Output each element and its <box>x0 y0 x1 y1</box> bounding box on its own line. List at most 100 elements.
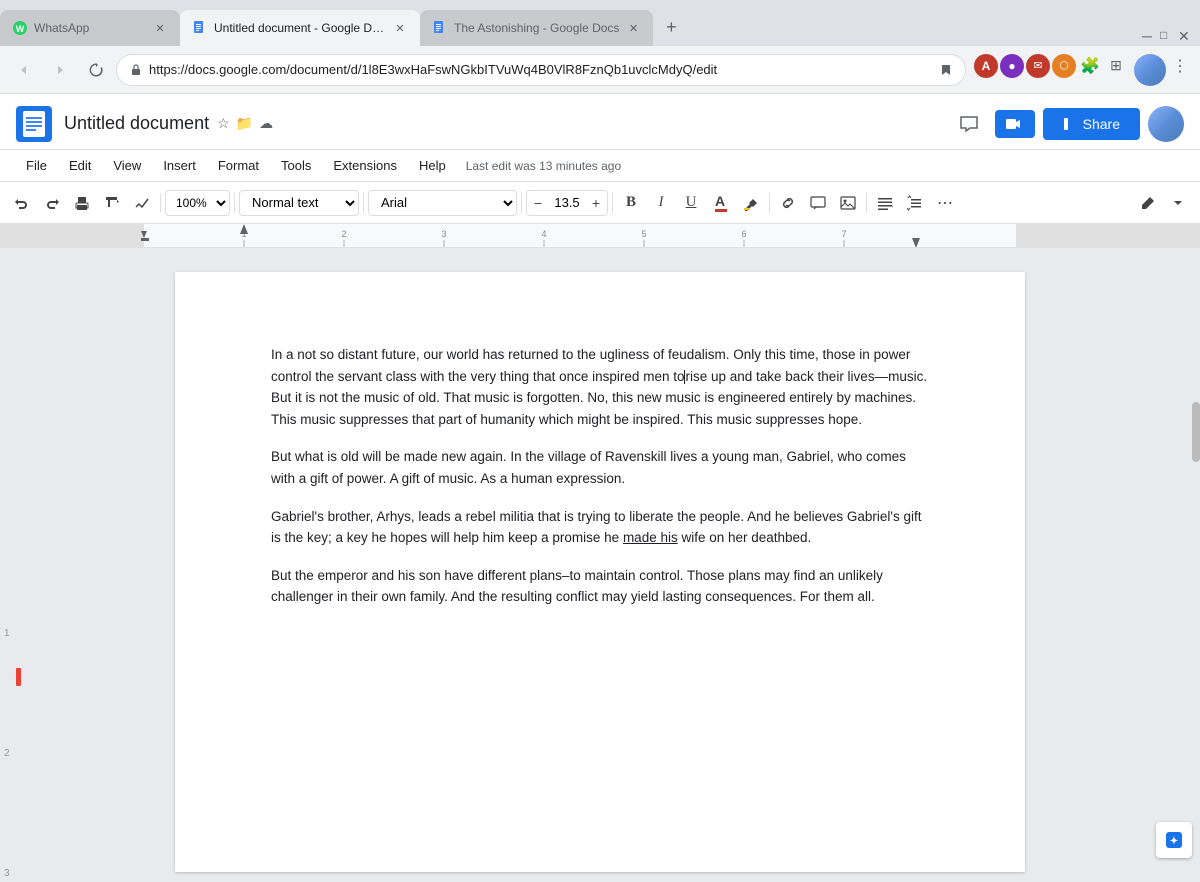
paragraph-3[interactable]: Gabriel's brother, Arhys, leads a rebel … <box>271 506 929 549</box>
ext-icon-2[interactable]: ● <box>1000 54 1024 78</box>
collapse-toolbar-button[interactable] <box>1164 189 1192 217</box>
font-size-input[interactable] <box>549 190 585 216</box>
docs-logo <box>16 106 52 142</box>
docs-profile-avatar[interactable] <box>1148 106 1184 142</box>
paint-format-button[interactable] <box>98 189 126 217</box>
paragraph-3-underlined: made his <box>623 530 678 545</box>
last-edit-text: Last edit was 13 minutes ago <box>466 159 621 173</box>
svg-text:3: 3 <box>441 229 446 239</box>
tab-doc-title: Untitled document - Google Doc... <box>214 21 386 35</box>
paragraph-2[interactable]: But what is old will be made new again. … <box>271 446 929 489</box>
image-button[interactable] <box>834 189 862 217</box>
margin-marker <box>16 668 21 686</box>
star-icon[interactable]: ☆ <box>217 115 230 132</box>
menu-tools[interactable]: Tools <box>271 154 321 177</box>
tab-whatsapp-close[interactable]: ✕ <box>152 20 168 36</box>
menu-format[interactable]: Format <box>208 154 269 177</box>
tab-astonishing[interactable]: The Astonishing - Google Docs ✕ <box>420 10 653 46</box>
docs-favicon <box>192 20 208 36</box>
move-icon[interactable]: 📁 <box>236 115 253 132</box>
tab-whatsapp[interactable]: W WhatsApp ✕ <box>0 10 180 46</box>
line-spacing-button[interactable] <box>901 189 929 217</box>
toolbar-sep-1 <box>160 193 161 213</box>
svg-text:W: W <box>16 24 25 34</box>
tab-bar: W WhatsApp ✕ Untitled document - Google … <box>0 0 1200 46</box>
cloud-icon[interactable]: ☁ <box>259 115 273 132</box>
highlight-button[interactable] <box>737 189 765 217</box>
link-button[interactable] <box>774 189 802 217</box>
menu-bar: File Edit View Insert Format Tools Exten… <box>0 150 1200 182</box>
window-maximize[interactable]: □ <box>1160 28 1174 42</box>
redo-button[interactable] <box>38 189 66 217</box>
address-bar[interactable]: https://docs.google.com/document/d/1l8E3… <box>116 54 966 86</box>
svg-text:✦: ✦ <box>1170 836 1178 847</box>
tab-untitled-doc[interactable]: Untitled document - Google Doc... ✕ <box>180 10 420 46</box>
document-content[interactable]: In a not so distant future, our world ha… <box>271 344 929 608</box>
ext-icon-1[interactable]: A <box>974 54 998 78</box>
docs-title-icons: ☆ 📁 ☁ <box>217 115 273 132</box>
forward-button[interactable] <box>44 54 76 86</box>
style-select[interactable]: Normal text Heading 1 Heading 2 Heading … <box>239 190 359 216</box>
page-area[interactable]: 1 2 3 4 5 In a not so distant future, ou… <box>0 248 1200 882</box>
edit-mode-button[interactable] <box>1134 189 1162 217</box>
doc-title-text[interactable]: Untitled document <box>64 113 209 134</box>
comment-button[interactable] <box>804 189 832 217</box>
font-size-area: − + <box>526 190 608 216</box>
menu-extensions[interactable]: Extensions <box>323 154 407 177</box>
ext-icon-3[interactable]: ✉ <box>1026 54 1050 78</box>
comments-button[interactable] <box>951 106 987 142</box>
svg-text:5: 5 <box>641 229 646 239</box>
ext-grid-icon[interactable]: ⊞ <box>1104 54 1128 78</box>
share-button[interactable]: Share <box>1043 108 1140 140</box>
window-minimize[interactable]: ─ <box>1142 28 1156 42</box>
profile-avatar[interactable] <box>1134 54 1166 86</box>
alignment-button[interactable] <box>871 189 899 217</box>
reload-button[interactable] <box>80 54 112 86</box>
tab-astonishing-close[interactable]: ✕ <box>625 20 641 36</box>
ext-puzzle-icon[interactable]: 🧩 <box>1078 54 1102 78</box>
more-options-button[interactable]: ⋯ <box>931 189 959 217</box>
menu-file[interactable]: File <box>16 154 57 177</box>
spell-check-button[interactable] <box>128 189 156 217</box>
font-size-increase[interactable]: + <box>585 190 607 216</box>
page-num-2: 2 <box>4 748 10 759</box>
ruler: 1 2 3 4 5 6 7 <box>0 224 1200 248</box>
extension-icons: A ● ✉ ⬡ 🧩 ⊞ ⋮ <box>974 54 1192 86</box>
url-text: https://docs.google.com/document/d/1l8E3… <box>149 62 933 77</box>
back-button[interactable] <box>8 54 40 86</box>
zoom-select[interactable]: 100% 75% 125% 150% <box>165 190 230 216</box>
line-numbers: 1 2 3 4 5 <box>0 248 24 882</box>
new-tab-button[interactable]: + <box>657 13 685 41</box>
lock-icon <box>129 63 143 77</box>
browser-frame: W WhatsApp ✕ Untitled document - Google … <box>0 0 1200 882</box>
menu-help[interactable]: Help <box>409 154 456 177</box>
text-color-button[interactable]: A <box>707 189 735 217</box>
svg-text:4: 4 <box>541 229 546 239</box>
bold-button[interactable]: B <box>617 189 645 217</box>
ai-assist-button[interactable]: ✦ <box>1156 822 1192 858</box>
bookmark-icon[interactable] <box>939 63 953 77</box>
paragraph-3-text-before: Gabriel's brother, Arhys, leads a rebel … <box>271 509 922 546</box>
italic-button[interactable]: I <box>647 189 675 217</box>
scrollbar-thumb[interactable] <box>1192 402 1200 462</box>
paragraph-4[interactable]: But the emperor and his son have differe… <box>271 565 929 608</box>
undo-button[interactable] <box>8 189 36 217</box>
window-close[interactable]: ✕ <box>1178 28 1192 42</box>
browser-menu[interactable]: ⋮ <box>1168 54 1192 78</box>
menu-view[interactable]: View <box>103 154 151 177</box>
menu-edit[interactable]: Edit <box>59 154 101 177</box>
meet-button[interactable] <box>995 110 1035 138</box>
paragraph-1[interactable]: In a not so distant future, our world ha… <box>271 344 929 430</box>
font-size-decrease[interactable]: − <box>527 190 549 216</box>
tab-astonishing-title: The Astonishing - Google Docs <box>454 21 619 35</box>
tab-whatsapp-title: WhatsApp <box>34 21 146 35</box>
underline-button[interactable]: U <box>677 189 705 217</box>
tab-doc-close[interactable]: ✕ <box>392 20 408 36</box>
docs-title-area: Untitled document ☆ 📁 ☁ <box>64 113 939 134</box>
font-select[interactable]: Arial Times New Roman Courier New <box>368 190 517 216</box>
svg-text:7: 7 <box>841 229 846 239</box>
astonishing-favicon <box>432 20 448 36</box>
print-button[interactable] <box>68 189 96 217</box>
ext-icon-4[interactable]: ⬡ <box>1052 54 1076 78</box>
menu-insert[interactable]: Insert <box>153 154 206 177</box>
